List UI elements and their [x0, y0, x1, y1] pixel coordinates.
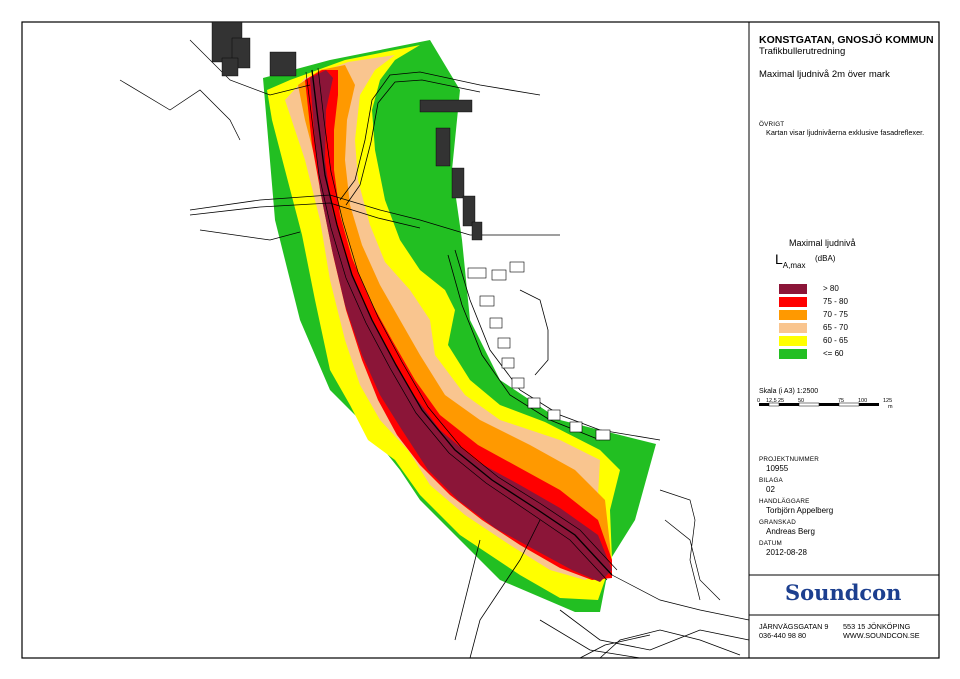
track-east-2 [664, 519, 721, 601]
datum-value: 2012-08-28 [766, 548, 807, 557]
legend-swatch [779, 349, 807, 359]
house [569, 421, 583, 433]
bottom-curve-2 [579, 634, 651, 659]
scale-tick: 100 [858, 398, 868, 404]
house [479, 295, 495, 307]
legend-item: > 80 [779, 284, 919, 294]
building [471, 221, 483, 241]
track-east [659, 489, 701, 601]
datum-label: DATUM [759, 540, 782, 547]
house [501, 357, 515, 369]
map-title: Maximal ljudnivå 2m över mark [759, 69, 890, 80]
legend-item: 75 - 80 [779, 297, 919, 307]
projektnummer-label: PROJEKTNUMMER [759, 456, 819, 463]
project-subtitle: Trafikbullerutredning [759, 46, 846, 57]
bilaga-label: BILAGA [759, 477, 783, 484]
house [509, 261, 525, 273]
legend-label: 70 - 75 [823, 310, 848, 319]
building [419, 99, 473, 113]
notes-label: ÖVRIGT [759, 121, 785, 128]
house [489, 317, 503, 329]
legend-item: <= 60 [779, 349, 919, 359]
scale-ticks: 0 12,5 25 50 75 100 125 m [757, 398, 907, 410]
legend-symbol: LA,max [775, 251, 806, 270]
company-phone: 036-440 98 80 [759, 631, 807, 640]
legend-swatch [779, 297, 807, 307]
company-address: JÄRNVÄGSGATAN 9 [759, 622, 829, 631]
legend-swatch [779, 323, 807, 333]
loop-road [519, 289, 549, 376]
nw-road-2 [119, 79, 241, 141]
scale-label: Skala (i A3) 1:2500 [759, 388, 819, 395]
south-road-2 [454, 539, 481, 641]
house [527, 397, 541, 409]
handlaggare-value: Torbjörn Appelberg [766, 506, 834, 515]
house [595, 429, 611, 441]
house [547, 409, 561, 421]
building [451, 167, 465, 199]
company-postal: 553 15 JÖNKÖPING [843, 622, 911, 631]
building [462, 195, 476, 227]
legend-label: 60 - 65 [823, 336, 848, 345]
projektnummer-value: 10955 [766, 464, 789, 473]
legend-label: 65 - 70 [823, 323, 848, 332]
legend-swatch [779, 336, 807, 346]
scale-tick: 25 [778, 398, 785, 404]
building [269, 51, 297, 77]
legend-label: > 80 [823, 284, 839, 293]
east-road [611, 574, 750, 621]
scale-tick: 50 [798, 398, 805, 404]
legend-label: 75 - 80 [823, 297, 848, 306]
legend-unit: (dBA) [815, 254, 836, 263]
legend-swatch [779, 310, 807, 320]
scale-tick: 0 [757, 398, 761, 404]
title-panel: KONSTGATAN, GNOSJÖ KOMMUN Trafikbullerut… [749, 22, 939, 658]
house [491, 269, 507, 281]
scale-tick: 12,5 [766, 398, 777, 404]
legend-title: Maximal ljudnivå [789, 238, 856, 248]
house [467, 267, 487, 279]
notes-text: Kartan visar ljudnivåerna exklusive fasa… [766, 128, 925, 137]
legend-item: 65 - 70 [779, 323, 919, 333]
legend-item: 70 - 75 [779, 310, 919, 320]
bilaga-value: 02 [766, 485, 775, 494]
company-web: WWW.SOUNDCON.SE [843, 631, 920, 640]
company-logo: Soundcon [785, 580, 902, 605]
noise-zones [263, 40, 656, 612]
building [435, 127, 451, 167]
project-title: KONSTGATAN, GNOSJÖ KOMMUN [759, 34, 934, 46]
sw-road [559, 609, 750, 651]
granskad-label: GRANSKAD [759, 519, 796, 526]
scale-unit: m [888, 404, 893, 410]
legend-label: <= 60 [823, 349, 844, 358]
house [511, 377, 525, 389]
legend-item: 60 - 65 [779, 336, 919, 346]
granskad-value: Andreas Berg [766, 527, 815, 536]
scale-tick: 75 [838, 398, 845, 404]
handlaggare-label: HANDLÄGGARE [759, 498, 810, 505]
legend-swatch [779, 284, 807, 294]
house [497, 337, 511, 349]
building [221, 57, 239, 77]
